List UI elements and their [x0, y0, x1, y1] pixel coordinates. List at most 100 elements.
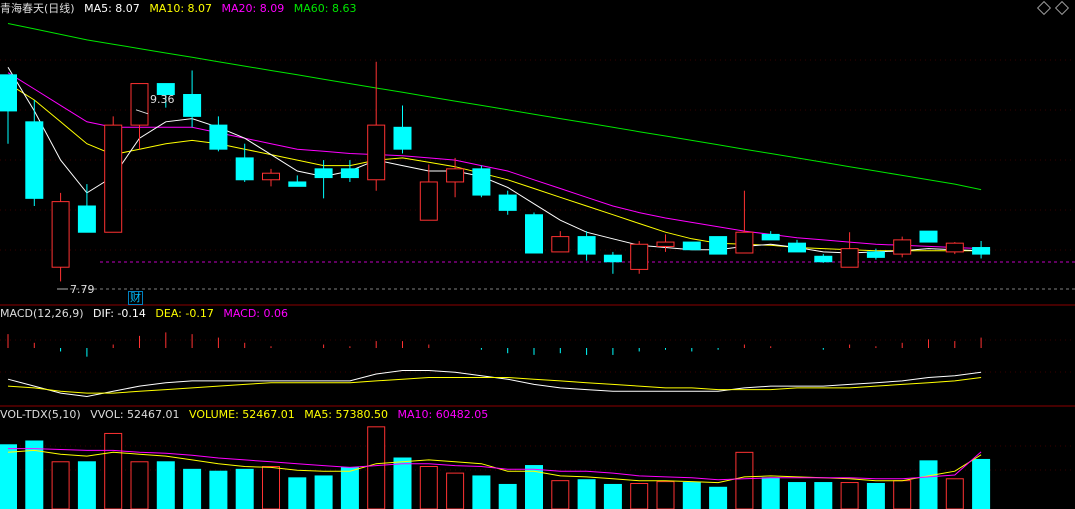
low-price-label: 7.79: [70, 283, 95, 296]
candle-body: [788, 242, 806, 253]
candle-body: [367, 124, 386, 181]
candle-body: [893, 239, 912, 255]
candle-body: [577, 236, 596, 255]
volume-bar: [0, 444, 17, 509]
volume-bar: [51, 461, 70, 509]
candle-body: [525, 214, 543, 254]
volume-bar: [814, 482, 833, 509]
candle-body: [761, 233, 780, 241]
volume-legend: VOLUME: 52467.01: [189, 408, 295, 421]
volume-bar: [209, 470, 228, 509]
volume-bar: [419, 466, 438, 509]
candle-body: [682, 241, 701, 251]
volume-bar: [472, 475, 491, 509]
high-price-label: 9.36: [150, 93, 175, 106]
volume-bar: [551, 480, 570, 509]
volume-bar: [340, 466, 359, 509]
candle-body: [972, 247, 991, 255]
candle-body: [945, 242, 964, 253]
stock-title: 青海春天(日线): [0, 2, 75, 15]
volume-bar: [393, 457, 412, 509]
vvol-legend: VVOL: 52467.01: [90, 408, 180, 421]
volume-bar: [972, 458, 991, 509]
volume-header: VOL-TDX(5,10) VVOL: 52467.01 VOLUME: 524…: [0, 408, 494, 422]
volume-bar: [314, 475, 333, 509]
volume-title: VOL-TDX(5,10): [0, 408, 81, 421]
volume-bar: [498, 483, 517, 509]
candle-body: [183, 94, 202, 117]
volume-bar: [788, 482, 806, 509]
candle-body: [288, 181, 307, 187]
candle-body: [262, 172, 280, 181]
volume-bar: [893, 480, 912, 509]
candle-body: [498, 194, 517, 211]
volume-bar: [288, 477, 307, 509]
candle-body: [919, 230, 938, 243]
candle-body: [472, 168, 491, 196]
diamond-icon[interactable]: [1054, 0, 1070, 16]
finance-badge[interactable]: 财: [128, 291, 143, 305]
candle-body: [419, 181, 438, 221]
volume-bar: [156, 461, 175, 509]
volume-bar: [577, 479, 596, 509]
volume-bar: [235, 468, 254, 509]
candle-body: [25, 121, 44, 199]
ma60-line: [7, 23, 982, 191]
window-controls: [1031, 0, 1070, 16]
candle-body: [840, 248, 859, 268]
candle-body: [630, 243, 649, 270]
diamond-icon[interactable]: [1036, 0, 1052, 16]
volume-bar: [130, 461, 149, 509]
volume-bar: [682, 482, 701, 509]
volume-bar: [77, 461, 96, 509]
volume-bar: [446, 472, 465, 509]
macd-header: MACD(12,26,9) DIF: -0.14 DEA: -0.17 MACD…: [0, 307, 294, 321]
candle-body: [130, 83, 149, 126]
volume-bar: [603, 483, 622, 509]
volume-bar: [709, 486, 728, 509]
ma60-legend: MA60: 8.63: [293, 2, 357, 15]
candle-body: [209, 124, 228, 150]
candle-body: [551, 236, 570, 253]
volume-bar: [262, 466, 280, 509]
kline-chart[interactable]: [0, 0, 1075, 509]
volume-bar: [866, 483, 885, 509]
candle-body: [77, 205, 96, 233]
volume-bar: [656, 481, 675, 509]
candle-body: [314, 168, 333, 179]
candle-body: [51, 201, 70, 268]
dif-line: [7, 370, 982, 398]
candle-body: [709, 236, 728, 255]
volume-bar: [630, 483, 649, 509]
candle-body: [104, 124, 123, 233]
volume-bar: [104, 432, 123, 509]
ma5-legend: MA5: 8.07: [84, 2, 140, 15]
dif-legend: DIF: -0.14: [93, 307, 146, 320]
macd-legend: MACD: 0.06: [223, 307, 288, 320]
volume-bar: [761, 477, 780, 509]
candle-body: [656, 241, 675, 247]
volume-bar: [840, 482, 859, 509]
ma10-line: [7, 83, 982, 252]
candle-body: [235, 157, 254, 181]
price-header: 青海春天(日线) MA5: 8.07 MA10: 8.07 MA20: 8.09…: [0, 2, 362, 16]
macd-title: MACD(12,26,9): [0, 307, 84, 320]
ma10-legend: MA10: 8.07: [149, 2, 213, 15]
candle-body: [814, 255, 833, 263]
vol-ma10-line: [8, 448, 982, 481]
candle-body: [866, 251, 885, 258]
volume-bar: [735, 451, 754, 509]
ma20-legend: MA20: 8.09: [221, 2, 285, 15]
volume-bar: [945, 478, 964, 509]
vol-ma10-legend: MA10: 60482.05: [397, 408, 489, 421]
volume-bar: [367, 426, 386, 509]
vol-ma5-legend: MA5: 57380.50: [304, 408, 388, 421]
candle-body: [0, 74, 17, 112]
volume-bar: [919, 460, 938, 509]
dea-legend: DEA: -0.17: [155, 307, 214, 320]
candle-body: [735, 231, 754, 254]
candle-body: [393, 126, 412, 150]
candle-body: [340, 168, 359, 179]
candle-body: [446, 168, 465, 183]
candle-body: [603, 254, 622, 263]
